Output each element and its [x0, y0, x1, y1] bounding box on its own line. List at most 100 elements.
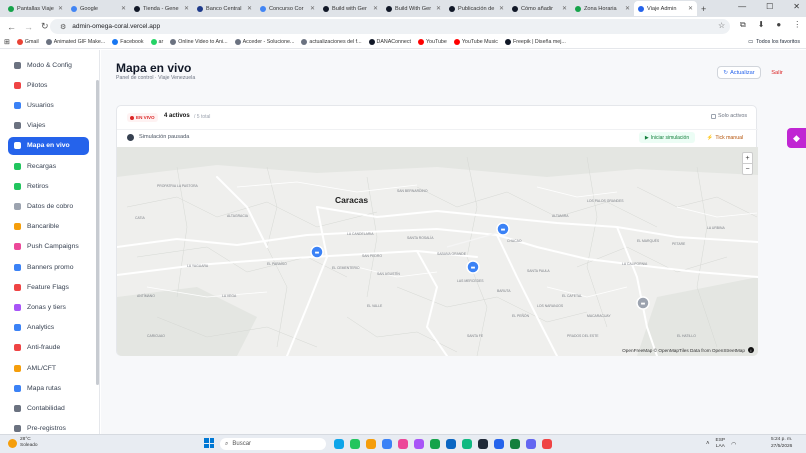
bookmark-item[interactable]: Online Video to Ani...	[170, 39, 228, 45]
taskbar-app[interactable]	[430, 439, 440, 449]
menu-icon[interactable]: ⋮	[793, 20, 801, 30]
tab-close-icon[interactable]: ✕	[121, 5, 126, 12]
browser-tab[interactable]: Cómo añadir ✕	[508, 1, 571, 16]
bookmark-star-icon[interactable]: ☆	[718, 21, 725, 30]
taskbar-app[interactable]	[366, 439, 376, 449]
sidebar-item-retiros[interactable]: Retiros	[8, 177, 89, 195]
zoom-in-button[interactable]: +	[743, 153, 752, 164]
all-bookmarks[interactable]: ▭ Todos los favoritos	[748, 39, 800, 45]
bookmark-item[interactable]: ar	[150, 39, 163, 45]
sidebar-item-datos-de-cobro[interactable]: Datos de cobro	[8, 197, 89, 215]
sidebar-item-viajes[interactable]: Viajes	[8, 117, 89, 135]
taskbar-app[interactable]	[382, 439, 392, 449]
info-icon[interactable]: i	[748, 347, 754, 353]
close-window-icon[interactable]: ✕	[793, 2, 800, 11]
profile-avatar[interactable]: ●	[776, 20, 781, 30]
chevron-up-icon[interactable]: ˄	[706, 441, 710, 447]
sidebar-item-banners-promo[interactable]: Banners promo	[8, 258, 89, 276]
taskbar-app[interactable]	[494, 439, 504, 449]
sidebar-item-analytics[interactable]: Analytics	[8, 319, 89, 337]
tab-close-icon[interactable]: ✕	[373, 5, 378, 12]
browser-tab[interactable]: Google ✕	[67, 1, 130, 16]
sidebar-item-zonas-y-tiers[interactable]: Zonas y tiers	[8, 298, 89, 316]
sidebar-item-usuarios[interactable]: Usuarios	[8, 96, 89, 114]
tab-close-icon[interactable]: ✕	[688, 5, 693, 12]
tab-close-icon[interactable]: ✕	[625, 5, 630, 12]
sidebar-item-aml-cft[interactable]: AML/CFT	[8, 359, 89, 377]
browser-tab[interactable]: Concurso Cor ✕	[256, 1, 319, 16]
bookmark-item[interactable]: Freepik | Diseña mej...	[504, 39, 566, 45]
bookmark-item[interactable]: actualizaciones del f...	[301, 39, 362, 45]
sidebar-item-pilotos[interactable]: Pilotos	[8, 76, 89, 94]
taskbar-app[interactable]	[462, 439, 472, 449]
url-field[interactable]: ⚙ admin-omega-coral.vercel.app	[50, 19, 730, 34]
browser-tab[interactable]: Publicación de ✕	[445, 1, 508, 16]
browser-tab[interactable]: Viaje Admin ✕	[634, 1, 697, 16]
taskbar-app[interactable]	[398, 439, 408, 449]
taskbar-search[interactable]: ⌕ Buscar	[220, 438, 326, 450]
download-icon[interactable]: ⬇	[758, 20, 765, 30]
bookmark-item[interactable]: YouTube	[418, 39, 447, 45]
sidebar-item-mapa-en-vivo[interactable]: Mapa en vivo	[8, 136, 89, 155]
wifi-icon[interactable]: ◠	[731, 441, 736, 448]
browser-tab[interactable]: Build With Ger ✕	[382, 1, 445, 16]
taskbar-app[interactable]	[542, 439, 552, 449]
sidebar-scrollbar[interactable]	[96, 80, 99, 385]
taskbar-app[interactable]	[334, 439, 344, 449]
new-tab-icon[interactable]: +	[701, 4, 706, 14]
maximize-icon[interactable]: ☐	[766, 2, 773, 11]
bookmark-item[interactable]: Acceder - Solucione...	[234, 39, 294, 45]
tab-close-icon[interactable]: ✕	[310, 5, 315, 12]
start-simulation-button[interactable]: ▶ Iniciar simulación	[639, 132, 695, 143]
browser-tab[interactable]: Banco Central ✕	[193, 1, 256, 16]
manual-tick-button[interactable]: ⚡ Tick manual	[701, 132, 749, 143]
tab-close-icon[interactable]: ✕	[436, 5, 441, 12]
forward-icon[interactable]: →	[24, 22, 34, 32]
sidebar-item-bancarible[interactable]: Bancarible	[8, 218, 89, 236]
sidebar-item-push-campaigns[interactable]: Push Campaigns	[8, 238, 89, 256]
sidebar-item-contabilidad[interactable]: Contabilidad	[8, 399, 89, 417]
clock[interactable]: 5:24 p. m. 27/5/2026	[771, 437, 792, 450]
taskbar-app[interactable]	[446, 439, 456, 449]
sidebar-item-modo-config[interactable]: Modo & Config	[8, 56, 89, 74]
bookmark-item[interactable]: Facebook	[112, 39, 144, 45]
sidebar-item-mapa-rutas[interactable]: Mapa rutas	[8, 379, 89, 397]
browser-tab[interactable]: Zona Horaria ✕	[571, 1, 634, 16]
sidebar-item-recargas[interactable]: Recargas	[8, 157, 89, 175]
apps-grid-icon[interactable]: ⊞	[4, 38, 10, 46]
zoom-out-button[interactable]: −	[743, 164, 752, 175]
logout-button[interactable]: Salir	[766, 66, 788, 79]
weather-widget[interactable]: 28°C Soleado	[8, 437, 38, 449]
tab-close-icon[interactable]: ✕	[562, 5, 567, 12]
site-info-icon[interactable]: ⚙	[60, 23, 66, 31]
bookmark-item[interactable]: DANAConnect	[368, 39, 411, 45]
sidebar-item-anti-fraude[interactable]: Anti-fraude	[8, 339, 89, 357]
sidebar-item-feature-flags[interactable]: Feature Flags	[8, 278, 89, 296]
language-indicator[interactable]: ESP LAA	[716, 438, 726, 450]
refresh-button[interactable]: ↻ Actualizar	[717, 66, 761, 79]
browser-tab[interactable]: Tienda - Gene ✕	[130, 1, 193, 16]
taskbar-app[interactable]	[414, 439, 424, 449]
live-map[interactable]: ▬ ▬ ▬ ▬ Caracas LA PASTORA ALTAGRACIA SAN …	[117, 147, 758, 356]
start-button[interactable]	[204, 438, 214, 448]
bookmark-item[interactable]: Gmail	[16, 39, 39, 45]
browser-tab[interactable]: Pantallas Viaje ✕	[4, 1, 67, 16]
tab-close-icon[interactable]: ✕	[184, 5, 189, 12]
extensions-icon[interactable]: ⧉	[740, 20, 746, 30]
tab-close-icon[interactable]: ✕	[58, 5, 63, 12]
bookmark-item[interactable]: YouTube Music	[453, 39, 498, 45]
only-active-checkbox[interactable]	[711, 113, 716, 119]
only-active-toggle[interactable]: Solo activos	[711, 113, 747, 119]
taskbar-app[interactable]	[526, 439, 536, 449]
back-icon[interactable]: ←	[7, 22, 17, 32]
tab-close-icon[interactable]: ✕	[247, 5, 252, 12]
map-canvas[interactable]: ▬ ▬ ▬ ▬ Caracas LA PASTORA ALTAGRACIA SAN …	[117, 147, 758, 356]
taskbar-app[interactable]	[350, 439, 360, 449]
browser-tab[interactable]: Build with Ger ✕	[319, 1, 382, 16]
tab-close-icon[interactable]: ✕	[499, 5, 504, 12]
minimize-icon[interactable]: —	[738, 2, 746, 11]
bookmark-item[interactable]: Animated GIF Make...	[45, 39, 105, 45]
taskbar-app[interactable]	[510, 439, 520, 449]
taskbar-app[interactable]	[478, 439, 488, 449]
floating-tool-button[interactable]: ◆	[787, 128, 806, 148]
